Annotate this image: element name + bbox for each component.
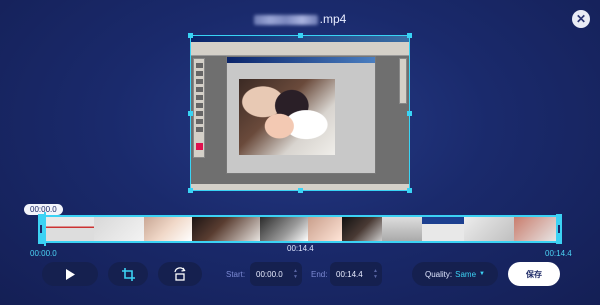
- rotate-icon: [174, 267, 186, 281]
- color-swatch: [196, 143, 203, 150]
- preview-frame-toolbox: [193, 58, 205, 158]
- end-time-stepper-icon[interactable]: ▲ ▼: [373, 268, 378, 280]
- blurred-file-name: [253, 14, 318, 25]
- preview-frame-options: [191, 48, 409, 56]
- start-time-field[interactable]: 00:00.0 ▲ ▼: [250, 262, 302, 286]
- preview-document-window: [226, 56, 376, 174]
- quality-value: Same: [455, 269, 477, 279]
- crop-icon: [121, 267, 135, 281]
- tool-icon: [196, 79, 203, 84]
- tool-icon: [196, 87, 203, 92]
- timeline-thumbnail: [514, 217, 558, 241]
- baby-photo: [239, 79, 335, 155]
- timeline-thumbnail: [260, 217, 308, 241]
- timeline-thumbnail: [308, 217, 342, 241]
- timeline-thumbnail: [144, 217, 192, 241]
- preview-frame-side-panel: [399, 58, 407, 104]
- close-icon: ✕: [575, 12, 587, 26]
- start-time-value: 00:00.0: [256, 269, 283, 279]
- close-button[interactable]: ✕: [572, 10, 590, 28]
- file-name: .mp4: [319, 12, 347, 26]
- tool-icon: [196, 111, 203, 116]
- start-label: Start:: [226, 270, 246, 279]
- title-bar: .mp4: [0, 12, 600, 26]
- tool-icon: [196, 71, 203, 76]
- play-button[interactable]: [42, 262, 98, 286]
- timeline-thumbnail: [94, 217, 144, 241]
- timeline-duration: 00:14.4: [287, 244, 314, 253]
- document-titlebar: [227, 57, 375, 63]
- video-preview: [188, 33, 412, 193]
- end-label: End:: [311, 270, 328, 279]
- tool-icon: [196, 95, 203, 100]
- resize-handle-br[interactable]: [407, 188, 412, 193]
- end-time-field[interactable]: 00:14.4 ▲ ▼: [330, 262, 382, 286]
- chevron-down-icon: ▼: [479, 271, 485, 277]
- timeline-strip[interactable]: [40, 215, 560, 243]
- resize-handle-t[interactable]: [298, 33, 303, 38]
- tool-icon: [196, 63, 203, 68]
- resize-handle-b[interactable]: [298, 188, 303, 193]
- tool-icon: [196, 127, 203, 132]
- resize-handle-bl[interactable]: [188, 188, 193, 193]
- resize-handle-r[interactable]: [407, 111, 412, 116]
- timeline-thumbnail: [382, 217, 422, 241]
- crop-button[interactable]: [108, 262, 148, 286]
- tool-icon: [196, 103, 203, 108]
- end-time-value: 00:14.4: [336, 269, 363, 279]
- timeline-thumbnail: [42, 217, 94, 241]
- quality-label: Quality:: [425, 269, 453, 279]
- save-button[interactable]: 保存: [508, 262, 560, 286]
- timeline-start-time: 00:00.0: [30, 249, 57, 258]
- resize-handle-tl[interactable]: [188, 33, 193, 38]
- timeline-thumbnail: [422, 217, 464, 241]
- rotate-button[interactable]: [158, 262, 202, 286]
- play-icon: [66, 268, 75, 280]
- timeline-thumbnail: [464, 217, 514, 241]
- trim-handle-right[interactable]: [556, 214, 562, 244]
- start-time-stepper-icon[interactable]: ▲ ▼: [293, 268, 298, 280]
- resize-handle-tr[interactable]: [407, 33, 412, 38]
- playhead[interactable]: [44, 212, 46, 246]
- timeline-thumbnail: [192, 217, 260, 241]
- tool-icon: [196, 119, 203, 124]
- timeline-end-time: 00:14.4: [545, 249, 572, 258]
- quality-dropdown[interactable]: Quality: Same ▼: [412, 262, 498, 286]
- timeline-thumbnail: [342, 217, 382, 241]
- resize-handle-l[interactable]: [188, 111, 193, 116]
